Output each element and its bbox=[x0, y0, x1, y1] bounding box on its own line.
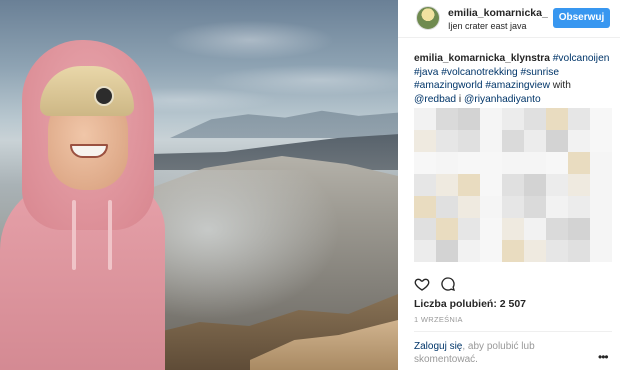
blur-tile bbox=[436, 218, 458, 240]
blur-tile bbox=[502, 130, 524, 152]
blur-tile bbox=[524, 174, 546, 196]
photo-person bbox=[0, 0, 170, 370]
blur-tile bbox=[480, 174, 502, 196]
blur-tile bbox=[458, 196, 480, 218]
blur-tile bbox=[436, 130, 458, 152]
hashtag[interactable]: #sunrise bbox=[521, 67, 560, 78]
blur-tile bbox=[546, 240, 568, 262]
blur-tile bbox=[436, 108, 458, 130]
likes-count[interactable]: Liczba polubień: 2 507 bbox=[414, 298, 526, 310]
blur-tile bbox=[480, 218, 502, 240]
blur-tile bbox=[568, 130, 590, 152]
blur-tile bbox=[458, 174, 480, 196]
hashtag[interactable]: #volcanotrekking bbox=[441, 67, 517, 78]
blur-tile bbox=[458, 240, 480, 262]
login-link[interactable]: Zaloguj się bbox=[414, 341, 462, 352]
hoodie-drawstring bbox=[108, 200, 112, 270]
mention[interactable]: @redbad bbox=[414, 94, 456, 105]
blur-tile bbox=[590, 174, 612, 196]
login-prompt: Zaloguj się, aby polubić lub skomentować… bbox=[414, 340, 584, 366]
blur-tile bbox=[414, 152, 436, 174]
blur-tile bbox=[524, 196, 546, 218]
blur-tile bbox=[436, 196, 458, 218]
header-username[interactable]: emilia_komarnicka_ bbox=[448, 7, 548, 19]
blur-tile bbox=[502, 240, 524, 262]
blur-tile bbox=[568, 218, 590, 240]
blur-tile bbox=[590, 108, 612, 130]
blur-tile bbox=[436, 152, 458, 174]
blur-tile bbox=[568, 174, 590, 196]
blur-tile bbox=[590, 218, 612, 240]
blur-tile bbox=[502, 174, 524, 196]
hashtag[interactable]: #volcanoije bbox=[553, 53, 604, 64]
caption-text: i bbox=[456, 93, 465, 105]
blur-tile bbox=[590, 130, 612, 152]
blur-tile bbox=[414, 174, 436, 196]
blur-tile bbox=[436, 174, 458, 196]
blur-tile bbox=[546, 218, 568, 240]
blur-tile bbox=[414, 130, 436, 152]
blur-tile bbox=[502, 218, 524, 240]
blur-tile bbox=[546, 152, 568, 174]
caption-author[interactable]: emilia_komarnicka_klynstra bbox=[414, 53, 550, 64]
blur-tile bbox=[568, 196, 590, 218]
blur-tile bbox=[414, 196, 436, 218]
blur-tile bbox=[568, 152, 590, 174]
blur-tile bbox=[546, 108, 568, 130]
comment-icon[interactable] bbox=[440, 276, 456, 292]
caption-text: with bbox=[549, 80, 571, 92]
blur-tile bbox=[524, 108, 546, 130]
blur-tile bbox=[458, 218, 480, 240]
hashtag[interactable]: #amazingview bbox=[485, 80, 550, 91]
blur-tile bbox=[458, 130, 480, 152]
blur-tile bbox=[436, 240, 458, 262]
divider bbox=[414, 331, 612, 332]
blur-tile bbox=[590, 152, 612, 174]
blur-tile bbox=[480, 130, 502, 152]
post-date[interactable]: 1 WRZEŚNIA bbox=[414, 315, 463, 324]
post-caption: emilia_komarnicka_klynstra #volcanoijen … bbox=[414, 52, 614, 106]
blur-tile bbox=[480, 152, 502, 174]
beanie-logo bbox=[94, 86, 114, 106]
avatar[interactable] bbox=[416, 6, 440, 30]
follow-button[interactable]: Obserwuj bbox=[553, 8, 610, 28]
blur-tile bbox=[480, 196, 502, 218]
blur-tile bbox=[524, 152, 546, 174]
blur-tile bbox=[546, 174, 568, 196]
heart-icon[interactable] bbox=[414, 276, 430, 292]
blur-tile bbox=[568, 108, 590, 130]
blur-tile bbox=[590, 196, 612, 218]
blur-tile bbox=[546, 196, 568, 218]
post-header: emilia_komarnicka_ Ijen crater east java… bbox=[398, 0, 620, 38]
blur-tile bbox=[414, 218, 436, 240]
blur-tile bbox=[458, 152, 480, 174]
hashtag[interactable]: #amazingworld bbox=[414, 80, 483, 91]
blur-tile bbox=[480, 240, 502, 262]
blur-tile bbox=[458, 108, 480, 130]
post-sidebar: emilia_komarnicka_ Ijen crater east java… bbox=[398, 0, 620, 370]
blur-tile bbox=[414, 108, 436, 130]
mention[interactable]: @riyanhadiyanto bbox=[464, 94, 541, 105]
hoodie-drawstring bbox=[72, 200, 76, 270]
blur-tile bbox=[414, 240, 436, 262]
header-location[interactable]: Ijen crater east java bbox=[448, 21, 527, 31]
blur-tile bbox=[568, 240, 590, 262]
blur-tile bbox=[590, 240, 612, 262]
blurred-comments bbox=[414, 108, 612, 262]
blur-tile bbox=[546, 130, 568, 152]
blur-tile bbox=[502, 152, 524, 174]
blur-tile bbox=[524, 240, 546, 262]
blur-tile bbox=[502, 196, 524, 218]
blur-tile bbox=[502, 108, 524, 130]
post-photo[interactable] bbox=[0, 0, 398, 370]
blur-tile bbox=[524, 218, 546, 240]
more-options-icon[interactable]: ••• bbox=[598, 350, 609, 364]
person-smile bbox=[70, 144, 108, 158]
blur-tile bbox=[480, 108, 502, 130]
blur-tile bbox=[524, 130, 546, 152]
